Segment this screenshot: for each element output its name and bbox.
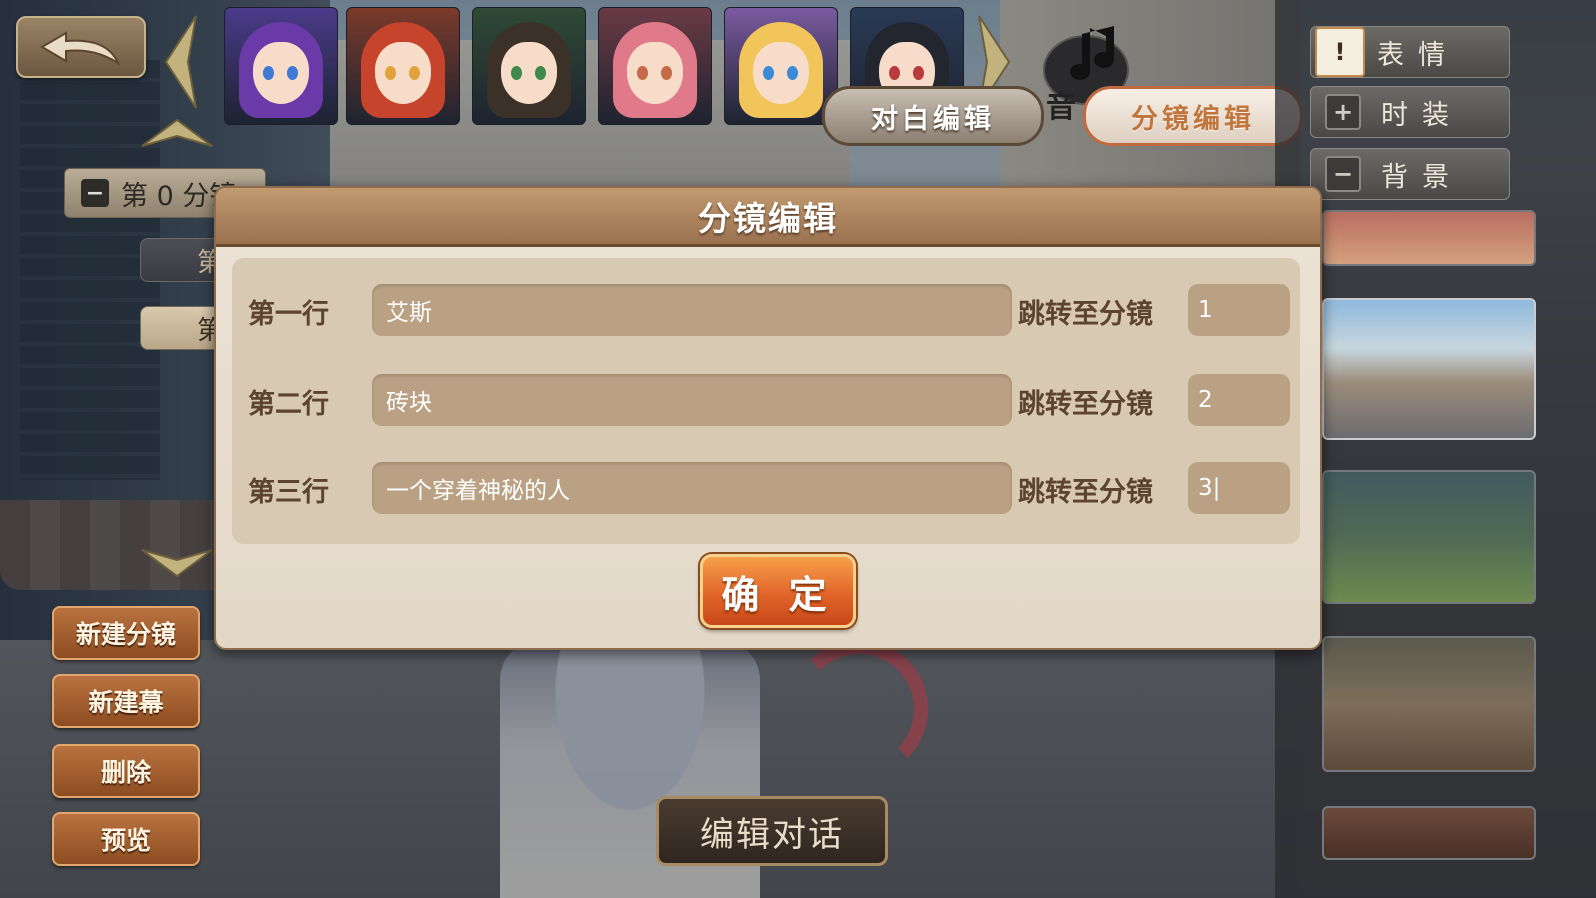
expression-button[interactable]: ! 表情 — [1310, 26, 1510, 78]
costume-label: 时装 — [1381, 99, 1463, 131]
background-thumb-bedroom[interactable] — [1322, 210, 1536, 266]
edit-dialog-button[interactable]: 编辑对话 — [656, 796, 888, 866]
confirm-button[interactable]: 确 定 — [700, 554, 856, 628]
portrait-eye — [409, 66, 420, 80]
collapse-icon: − — [81, 179, 109, 207]
portrait-eye — [385, 66, 396, 80]
row-1-text-input[interactable]: 艾斯 — [372, 284, 1012, 336]
background-thumb-hall[interactable] — [1322, 806, 1536, 860]
portraits-prev-arrow-icon[interactable] — [160, 12, 200, 112]
character-portrait-red-hair-jester[interactable] — [346, 7, 460, 125]
portrait-face — [627, 42, 683, 104]
row-2-text-input[interactable]: 砖块 — [372, 374, 1012, 426]
tab-dialog-edit[interactable]: 对白编辑 — [822, 86, 1044, 146]
back-button[interactable] — [16, 16, 146, 78]
portrait-eye — [787, 66, 798, 80]
row-2-text-value: 砖块 — [386, 390, 432, 416]
tab-storyboard-edit[interactable]: 分镜编辑 — [1083, 86, 1303, 146]
row-2-jump-label: 跳转至分镜 — [1018, 389, 1153, 420]
music-label: 音 — [1046, 90, 1076, 125]
portrait-eye — [763, 66, 774, 80]
portrait-eye — [661, 66, 672, 80]
character-portrait-pink-hair-girl[interactable] — [598, 7, 712, 125]
portrait-eye — [511, 66, 522, 80]
preview-button[interactable]: 预览 — [52, 812, 200, 866]
background-label: 背景 — [1381, 161, 1463, 193]
modal-header: 分镜编辑 — [216, 188, 1320, 247]
plus-icon: + — [1325, 94, 1361, 130]
portrait-eye — [913, 66, 924, 80]
portrait-eye — [535, 66, 546, 80]
background-thumb-room[interactable] — [1322, 636, 1536, 772]
modal-body: 第一行 艾斯 跳转至分镜 1 第二行 砖块 跳转至分镜 2 第三行 一个穿着神秘… — [232, 258, 1300, 544]
new-storyboard-button[interactable]: 新建分镜 — [52, 606, 200, 660]
background-thumb-forest[interactable] — [1322, 470, 1536, 604]
row-3-text-value: 一个穿着神秘的人 — [386, 478, 570, 504]
row-1-label: 第一行 — [248, 299, 329, 330]
confirm-label: 确 定 — [721, 572, 835, 617]
row-3-target-input[interactable]: 3| — [1188, 462, 1290, 514]
storyboard-edit-modal: 分镜编辑 第一行 艾斯 跳转至分镜 1 第二行 砖块 跳转至分镜 2 第三行 一… — [214, 186, 1322, 650]
character-portrait-blonde-witch[interactable] — [724, 7, 838, 125]
delete-label: 删除 — [100, 758, 151, 787]
character-portrait-purple-hair-girl[interactable] — [224, 7, 338, 125]
portrait-face — [501, 42, 557, 104]
tab-dialog-edit-label: 对白编辑 — [871, 103, 995, 135]
row-1-jump-label: 跳转至分镜 — [1018, 299, 1153, 330]
row-1-text-value: 艾斯 — [386, 300, 432, 326]
background-button[interactable]: − 背景 — [1310, 148, 1510, 200]
delete-button[interactable]: 删除 — [52, 744, 200, 798]
expression-label: 表情 — [1377, 39, 1459, 71]
edit-dialog-label: 编辑对话 — [700, 814, 844, 855]
portrait-eye — [637, 66, 648, 80]
new-storyboard-label: 新建分镜 — [75, 620, 176, 649]
portrait-eye — [889, 66, 900, 80]
portrait-eye — [263, 66, 274, 80]
costume-button[interactable]: + 时装 — [1310, 86, 1510, 138]
row-2-target-value: 2 — [1198, 387, 1213, 413]
character-portrait-green-hood-man[interactable] — [472, 7, 586, 125]
row-3-target-value: 3| — [1198, 475, 1221, 501]
portrait-face — [753, 42, 809, 104]
new-act-label: 新建幕 — [88, 688, 164, 717]
portrait-face — [253, 42, 309, 104]
row-3-label: 第三行 — [248, 477, 329, 508]
scene-list-down-arrow-icon[interactable] — [140, 548, 214, 578]
row-1-target-input[interactable]: 1 — [1188, 284, 1290, 336]
row-2-label: 第二行 — [248, 389, 329, 420]
back-arrow-icon — [40, 31, 121, 66]
portrait-face — [375, 42, 431, 104]
row-3-text-input[interactable]: 一个穿着神秘的人 — [372, 462, 1012, 514]
scene-list-up-arrow-icon[interactable] — [140, 118, 214, 148]
background-thumb-street[interactable] — [1322, 298, 1536, 440]
modal-title: 分镜编辑 — [698, 199, 838, 238]
new-act-button[interactable]: 新建幕 — [52, 674, 200, 728]
row-3-jump-label: 跳转至分镜 — [1018, 477, 1153, 508]
preview-label: 预览 — [100, 826, 151, 855]
row-1-target-value: 1 — [1198, 297, 1213, 323]
portrait-eye — [287, 66, 298, 80]
exclamation-icon: ! — [1315, 27, 1365, 77]
row-2-target-input[interactable]: 2 — [1188, 374, 1290, 426]
minus-icon: − — [1325, 156, 1361, 192]
tab-storyboard-edit-label: 分镜编辑 — [1131, 103, 1255, 135]
